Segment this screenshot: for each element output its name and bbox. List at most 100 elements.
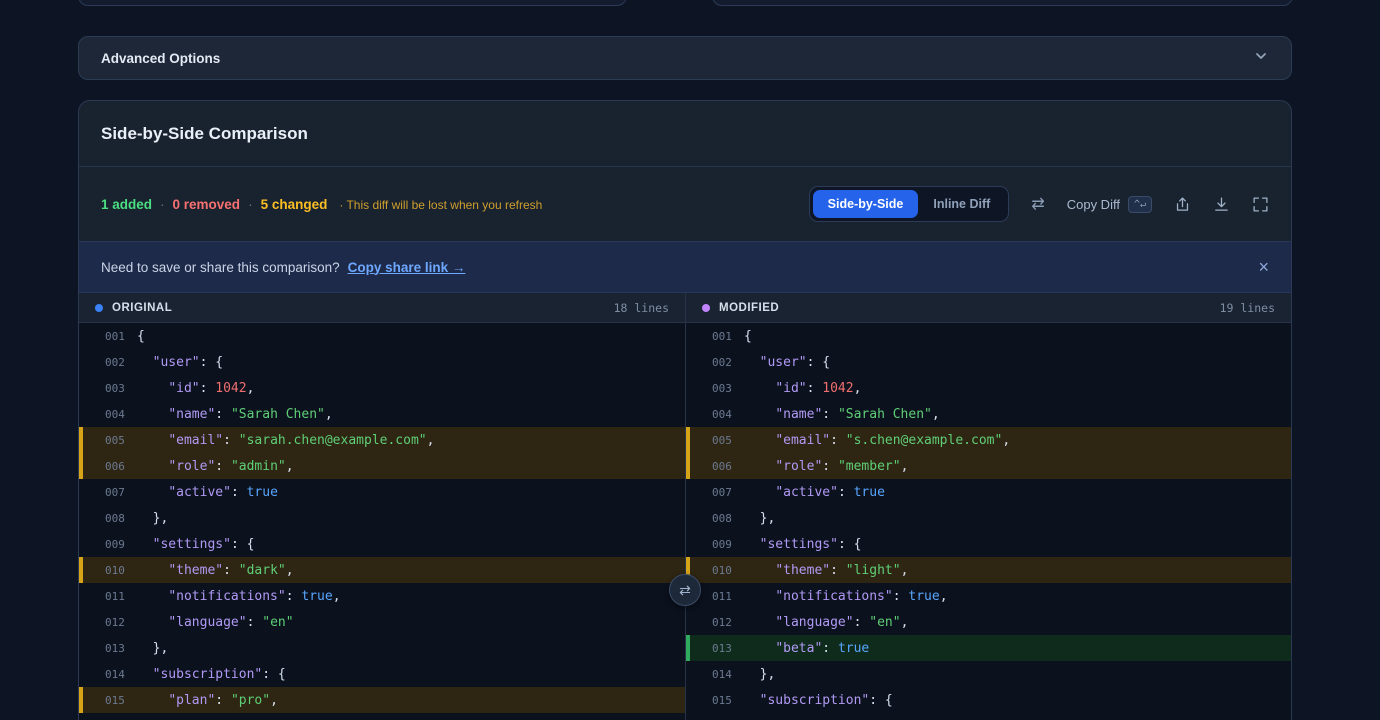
code-line: 011 "notifications": true, <box>79 583 685 609</box>
original-dot-icon <box>95 304 103 312</box>
line-content: }, <box>137 641 168 656</box>
line-content: "id": 1042, <box>744 381 861 396</box>
code-line: 001{ <box>79 323 685 349</box>
code-line: 009 "settings": { <box>79 531 685 557</box>
code-line: 007 "active": true <box>79 479 685 505</box>
diff-toolbar: Side-by-Side Inline Diff ⇄ Copy Diff ^↵ <box>809 186 1269 222</box>
code-line: 003 "id": 1042, <box>79 375 685 401</box>
copy-share-link[interactable]: Copy share link → <box>348 260 466 275</box>
code-line: 007 "active": true <box>686 479 1291 505</box>
original-code: 001{002 "user": {003 "id": 1042,004 "nam… <box>79 323 685 713</box>
modified-code: 001{002 "user": {003 "id": 1042,004 "nam… <box>686 323 1291 713</box>
original-line-count: 18 lines <box>614 301 669 315</box>
line-number: 009 <box>105 538 137 551</box>
line-content: "subscription": { <box>744 693 893 708</box>
line-content: "user": { <box>137 355 223 370</box>
line-content: }, <box>744 667 775 682</box>
page: Advanced Options Side-by-Side Comparison… <box>0 0 1380 720</box>
stat-added: 1 added <box>101 197 152 212</box>
line-number: 002 <box>712 356 744 369</box>
line-number: 007 <box>105 486 137 499</box>
line-content: "language": "en", <box>744 615 908 630</box>
line-content: "id": 1042, <box>137 381 254 396</box>
code-line: 003 "id": 1042, <box>686 375 1291 401</box>
swap-sides-button[interactable]: ⇄ <box>1031 194 1044 214</box>
original-panel: ORIGINAL 18 lines 001{002 "user": {003 "… <box>79 293 685 720</box>
stat-removed: 0 removed <box>173 197 241 212</box>
line-number: 015 <box>105 694 137 707</box>
line-number: 014 <box>712 668 744 681</box>
code-line: 013 "beta": true <box>686 635 1291 661</box>
original-panel-header: ORIGINAL 18 lines <box>79 293 685 323</box>
input-panel-right-stub[interactable] <box>712 0 1293 6</box>
line-number: 012 <box>712 616 744 629</box>
line-content: }, <box>744 511 775 526</box>
code-line: 001{ <box>686 323 1291 349</box>
line-content: "plan": "pro", <box>137 693 278 708</box>
modified-panel-header: MODIFIED 19 lines <box>686 293 1291 323</box>
line-content: "role": "admin", <box>137 459 294 474</box>
line-number: 010 <box>712 564 744 577</box>
side-by-side-button[interactable]: Side-by-Side <box>813 190 919 218</box>
share-icon <box>1174 196 1191 213</box>
line-number: 008 <box>712 512 744 525</box>
expand-icon <box>1252 196 1269 213</box>
swap-panels-fab[interactable]: ⇄ <box>669 574 701 606</box>
line-content: "theme": "light", <box>744 563 908 578</box>
line-content: "settings": { <box>744 537 861 552</box>
code-line: 015 "plan": "pro", <box>79 687 685 713</box>
line-content: "settings": { <box>137 537 254 552</box>
fullscreen-button[interactable] <box>1252 196 1269 213</box>
stat-changed: 5 changed <box>261 197 328 212</box>
diff-stats: 1 added · 0 removed · 5 changed · This d… <box>101 197 542 212</box>
code-line: 009 "settings": { <box>686 531 1291 557</box>
download-icon <box>1213 196 1230 213</box>
code-line: 006 "role": "member", <box>686 453 1291 479</box>
refresh-warning: · This diff will be lost when you refres… <box>339 198 542 212</box>
code-line: 011 "notifications": true, <box>686 583 1291 609</box>
line-number: 004 <box>105 408 137 421</box>
line-content: "role": "member", <box>744 459 908 474</box>
code-line: 004 "name": "Sarah Chen", <box>79 401 685 427</box>
copy-diff-button[interactable]: Copy Diff ^↵ <box>1067 196 1152 213</box>
line-number: 011 <box>712 590 744 603</box>
copy-diff-shortcut-badge: ^↵ <box>1128 196 1152 213</box>
download-button[interactable] <box>1213 196 1230 213</box>
swap-arrows-icon: ⇄ <box>679 582 691 599</box>
line-content: "notifications": true, <box>137 589 341 604</box>
share-banner-content: Need to save or share this comparison? C… <box>101 260 465 275</box>
line-number: 014 <box>105 668 137 681</box>
line-content: "name": "Sarah Chen", <box>137 407 333 422</box>
advanced-options-bar[interactable]: Advanced Options <box>78 36 1292 80</box>
line-content: "name": "Sarah Chen", <box>744 407 940 422</box>
line-content: "email": "s.chen@example.com", <box>744 433 1010 448</box>
line-number: 003 <box>105 382 137 395</box>
line-number: 008 <box>105 512 137 525</box>
chevron-down-icon <box>1253 48 1269 69</box>
close-icon[interactable]: × <box>1258 258 1269 276</box>
share-button[interactable] <box>1174 196 1191 213</box>
modified-panel: MODIFIED 19 lines 001{002 "user": {003 "… <box>685 293 1291 720</box>
code-line: 014 }, <box>686 661 1291 687</box>
line-content: "beta": true <box>744 641 869 656</box>
code-line: 010 "theme": "light", <box>686 557 1291 583</box>
original-panel-title: ORIGINAL <box>112 302 172 314</box>
code-line: 012 "language": "en", <box>686 609 1291 635</box>
line-number: 007 <box>712 486 744 499</box>
content-wrap: Advanced Options Side-by-Side Comparison… <box>78 36 1292 720</box>
line-content: "notifications": true, <box>744 589 948 604</box>
line-content: "user": { <box>744 355 830 370</box>
inline-diff-button[interactable]: Inline Diff <box>918 190 1005 218</box>
stats-toolbar-row: 1 added · 0 removed · 5 changed · This d… <box>79 167 1291 241</box>
modified-panel-title: MODIFIED <box>719 302 779 314</box>
code-line: 002 "user": { <box>686 349 1291 375</box>
copy-diff-label: Copy Diff <box>1067 197 1120 212</box>
input-panel-left-stub[interactable] <box>78 0 627 6</box>
advanced-options-label: Advanced Options <box>101 51 220 66</box>
line-number: 015 <box>712 694 744 707</box>
line-number: 006 <box>105 460 137 473</box>
line-number: 012 <box>105 616 137 629</box>
line-number: 001 <box>105 330 137 343</box>
card-header: Side-by-Side Comparison <box>79 101 1291 167</box>
line-content: { <box>137 329 145 344</box>
